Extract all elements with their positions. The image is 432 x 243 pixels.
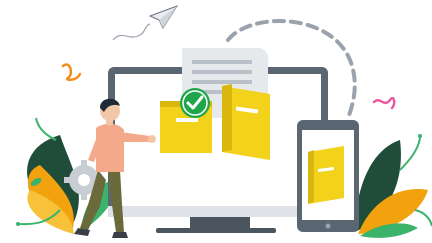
orange-squiggle bbox=[61, 63, 82, 81]
right-plant bbox=[355, 134, 432, 238]
smartphone bbox=[297, 120, 359, 232]
pink-squiggle bbox=[372, 96, 396, 110]
illustration-scene bbox=[0, 0, 432, 243]
file-transfer-illustration bbox=[16, 5, 432, 238]
checkmark-icon bbox=[180, 88, 210, 118]
open-folder-icon bbox=[222, 84, 270, 160]
paper-plane-icon bbox=[112, 5, 179, 41]
